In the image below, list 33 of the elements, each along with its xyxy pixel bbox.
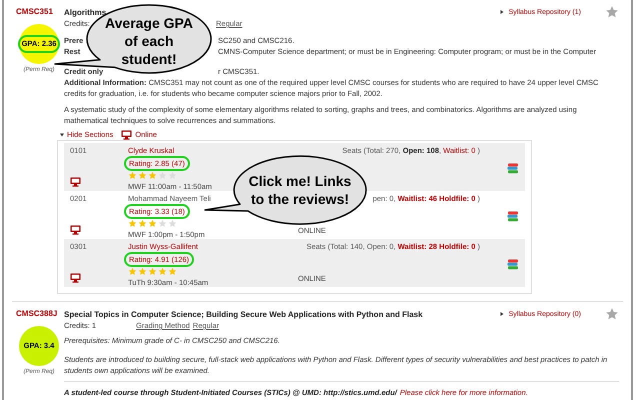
rating-star-icon: [128, 171, 137, 180]
course-title: Algorithms: [64, 6, 106, 18]
books-icon[interactable]: [507, 210, 519, 222]
course-title: Special Topics in Computer Science; Building Secure Web Applications with Python and Flask: [64, 308, 423, 320]
rating-star-icon: [148, 171, 157, 180]
rating-star-icon: [128, 267, 137, 276]
course-code[interactable]: CMSC388J: [14, 308, 58, 320]
caret-icon: [500, 10, 504, 14]
rating-star-icon: [128, 219, 137, 228]
rating-star-icon: [138, 171, 147, 180]
rating-star-icon: [158, 267, 167, 276]
rating-star-icon: [148, 267, 157, 276]
course-code[interactable]: CMSC351: [14, 6, 53, 18]
rating-star-icon: [138, 267, 147, 276]
star-icon[interactable]: [605, 5, 619, 19]
books-icon[interactable]: [507, 258, 519, 270]
rating-star-icon: [148, 219, 157, 228]
books-icon[interactable]: [507, 162, 519, 174]
bubble-text: Average GPA of each student!: [105, 15, 194, 68]
caret-icon: [60, 132, 64, 136]
rating-star-icon: [158, 171, 167, 180]
monitor-icon: [70, 273, 81, 283]
rating-star-icon: [168, 219, 177, 228]
caret-icon: [500, 312, 504, 316]
bubble-text: Click me! Links to the reviews!: [248, 172, 352, 208]
monitor-icon: [121, 130, 132, 140]
rating-star-icon: [158, 219, 167, 228]
monitor-icon: [70, 177, 81, 187]
rating-star-icon: [168, 171, 177, 180]
star-icon[interactable]: [605, 307, 619, 321]
rating-star-icon: [138, 219, 147, 228]
monitor-icon: [70, 225, 81, 235]
rating-star-icon: [168, 267, 177, 276]
